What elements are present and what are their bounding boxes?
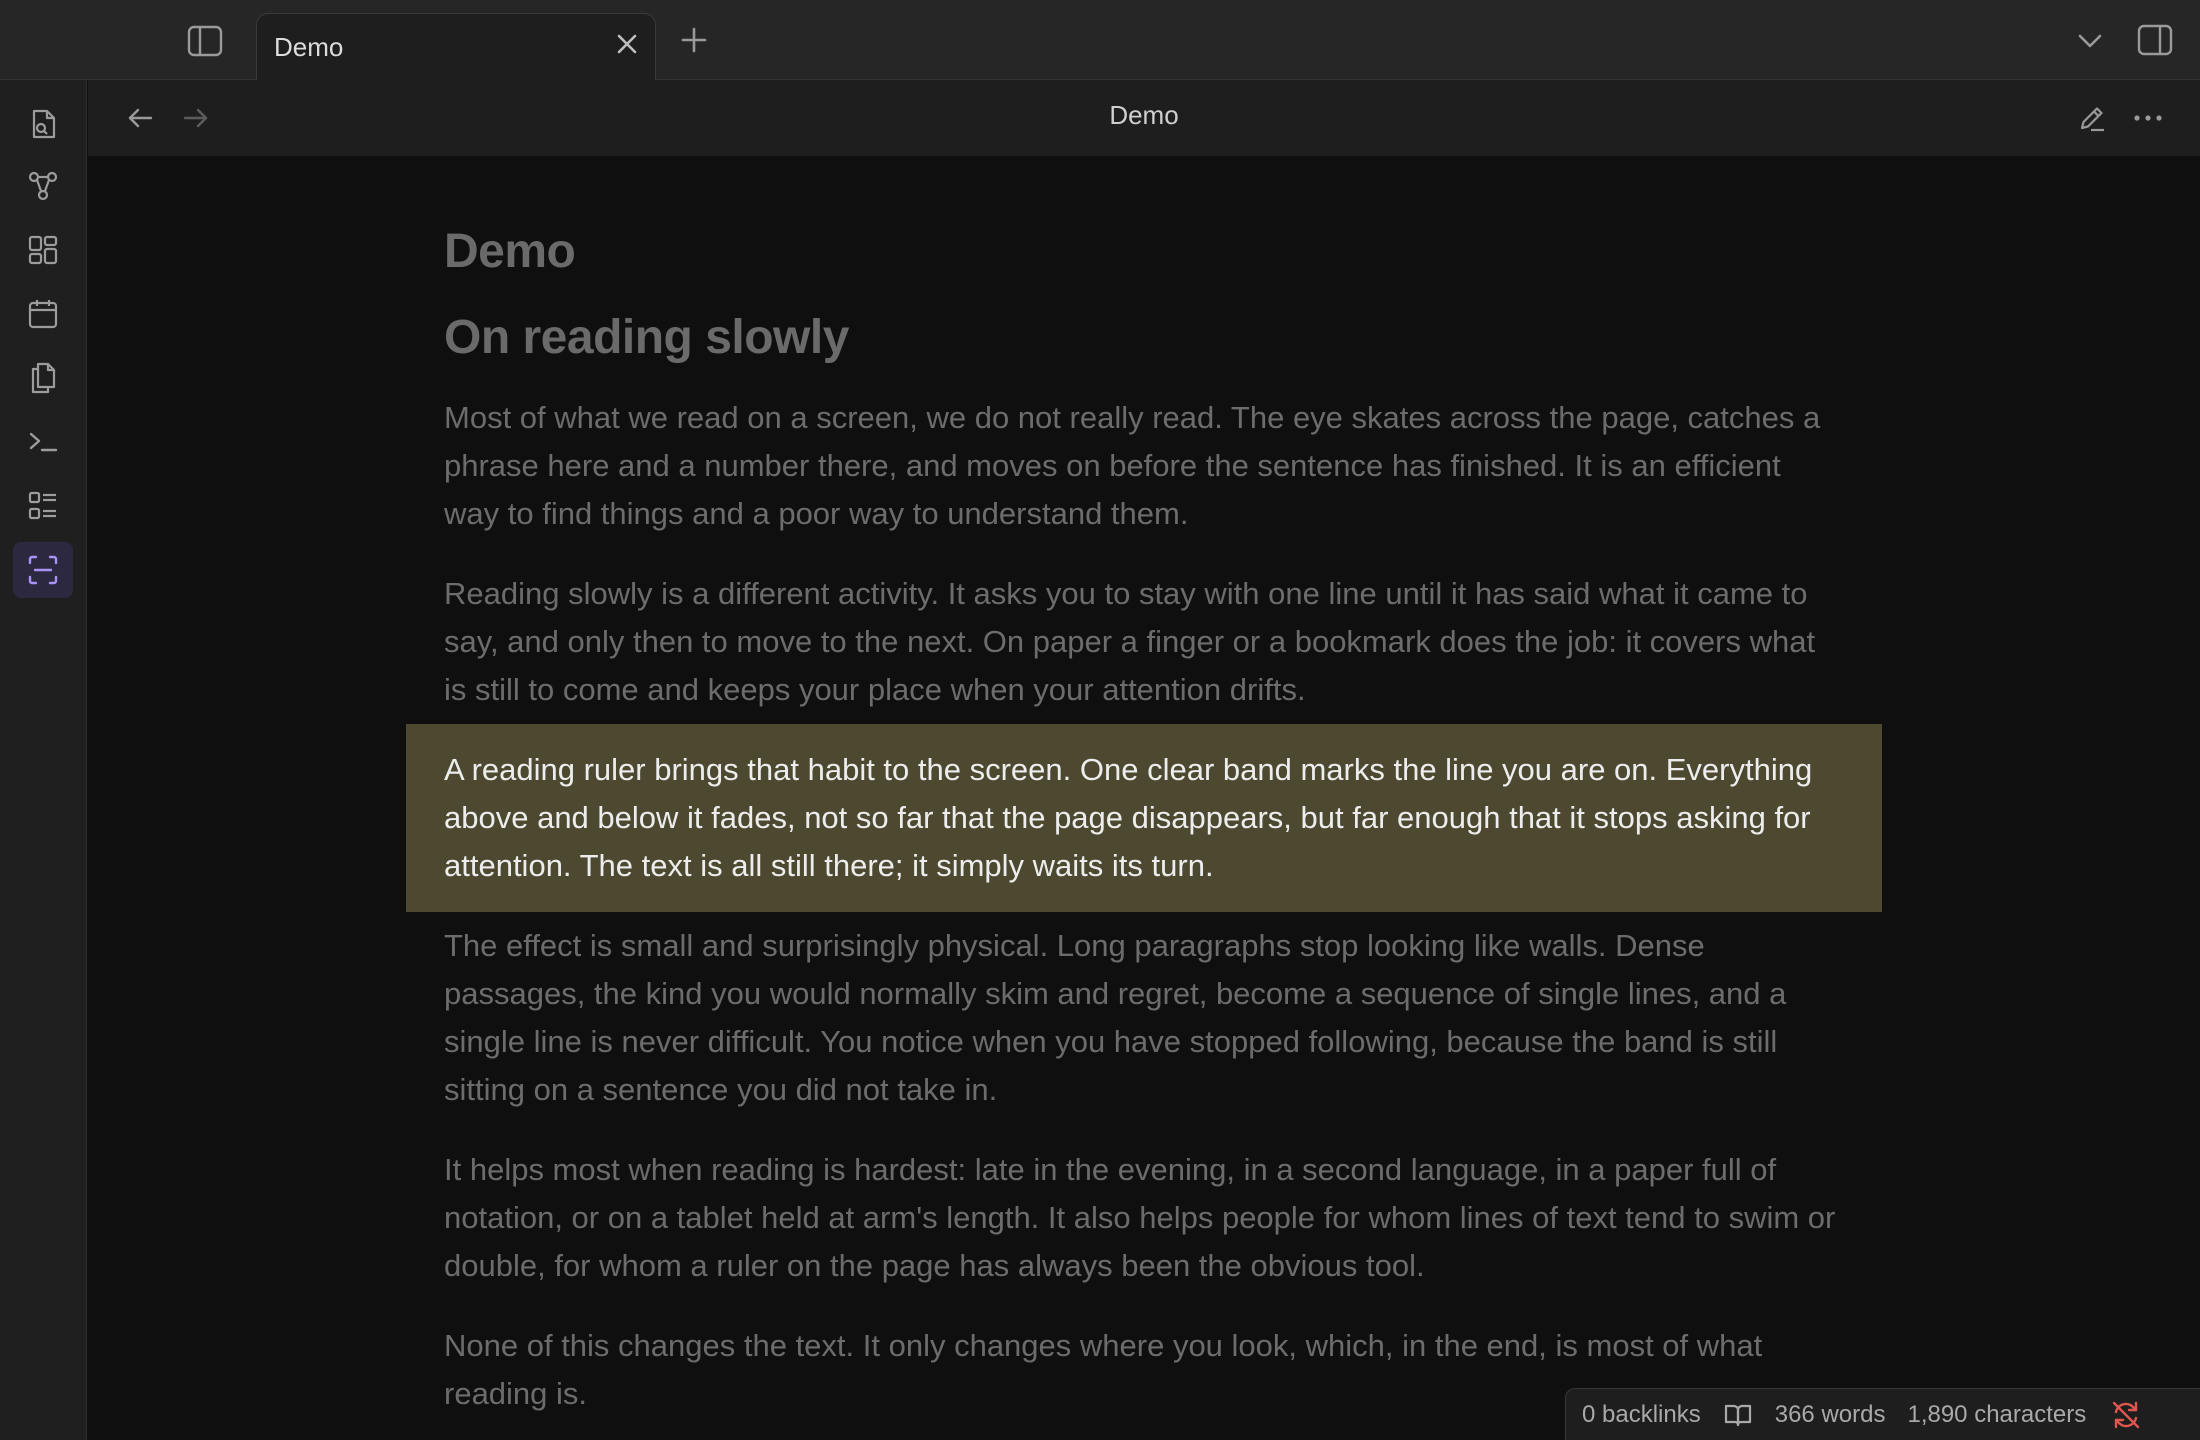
- heading-on-reading-slowly: On reading slowly: [444, 311, 849, 364]
- tab-title: Demo: [274, 32, 344, 62]
- reading-view[interactable]: Demo On reading slowly Most of what we r…: [88, 156, 2200, 1440]
- calendar-icon[interactable]: [13, 286, 73, 342]
- status-bar: 0 backlinks 366 words 1,890 characters: [1565, 1388, 2200, 1440]
- tab-strip: Demo: [0, 0, 2200, 81]
- view-title[interactable]: Demo: [88, 100, 2200, 131]
- paragraph: The effect is small and surprisingly phy…: [444, 928, 1787, 1107]
- list-icon[interactable]: [13, 478, 73, 534]
- note-title: Demo: [444, 225, 576, 278]
- character-count: 1,890 characters: [1907, 1400, 2087, 1428]
- terminal-icon[interactable]: [13, 414, 73, 470]
- obsidian-window: Demo Demo Demo On reading slowly Most of…: [0, 0, 2200, 1440]
- paragraph: It helps most when reading is hardest: l…: [444, 1152, 1836, 1283]
- chevron-down-icon[interactable]: [2071, 22, 2109, 60]
- tab-demo[interactable]: Demo: [256, 13, 656, 81]
- focused-paragraph: A reading ruler brings that habit to the…: [406, 724, 1882, 912]
- book-open-icon[interactable]: [1723, 1402, 1753, 1428]
- scan-line-icon[interactable]: [13, 542, 73, 598]
- paragraph: Reading slowly is a different activity. …: [444, 576, 1816, 707]
- left-ribbon: [0, 80, 87, 1440]
- view-header: Demo: [88, 80, 2200, 156]
- graph-icon[interactable]: [13, 158, 73, 214]
- pencil-icon[interactable]: [2072, 98, 2112, 138]
- word-count: 366 words: [1774, 1400, 1886, 1428]
- new-tab-plus-icon[interactable]: [676, 20, 712, 60]
- file-search-icon[interactable]: [13, 96, 73, 152]
- close-icon[interactable]: [611, 28, 643, 60]
- paragraph: Most of what we read on a screen, we do …: [444, 400, 1821, 531]
- document: Demo On reading slowly Most of what we r…: [406, 224, 1882, 1440]
- files-icon[interactable]: [13, 350, 73, 406]
- left-sidebar-toggle-icon[interactable]: [183, 22, 227, 60]
- right-sidebar-toggle-icon[interactable]: [2135, 20, 2175, 60]
- layout-dashboard-icon[interactable]: [13, 222, 73, 278]
- more-horizontal-icon[interactable]: [2128, 98, 2168, 138]
- sync-error-icon[interactable]: [2110, 1399, 2142, 1431]
- backlinks-count[interactable]: 0 backlinks: [1582, 1401, 1701, 1429]
